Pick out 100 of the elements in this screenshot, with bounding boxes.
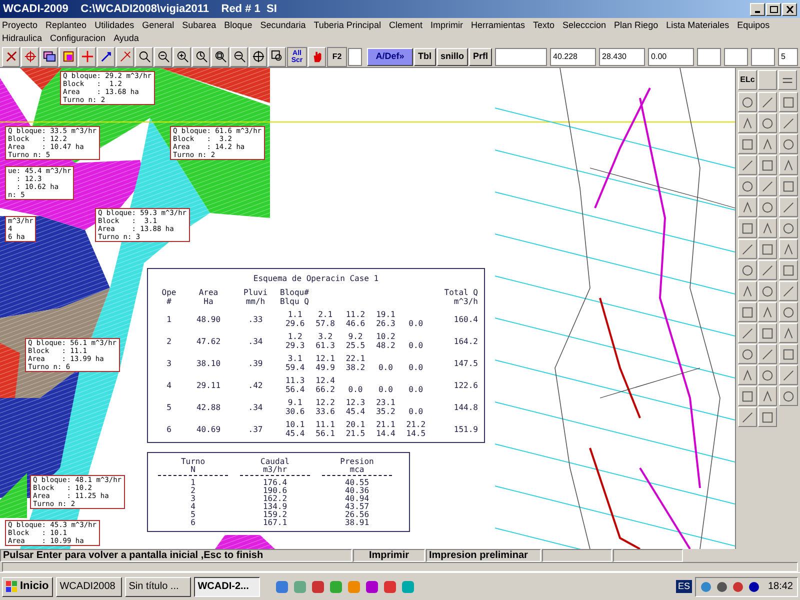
menu-item[interactable]: Imprimir: [430, 19, 463, 32]
quick-launch-icon[interactable]: [364, 580, 379, 594]
drawing-tool-button[interactable]: [738, 239, 757, 259]
drawing-tool-button[interactable]: [758, 197, 778, 217]
drawing-tool-button[interactable]: [738, 176, 757, 196]
drawing-tool-button[interactable]: [778, 113, 798, 133]
input-field[interactable]: [751, 48, 776, 66]
drawing-tool-button[interactable]: [758, 386, 778, 406]
drawing-tool-button[interactable]: [758, 260, 778, 280]
drawing-tool-button[interactable]: [758, 92, 778, 112]
function-key-button[interactable]: F2: [327, 46, 347, 66]
tool-button[interactable]: [173, 46, 191, 66]
input-field[interactable]: [724, 48, 748, 66]
drawing-tool-button[interactable]: [738, 92, 757, 112]
taskbar-button[interactable]: WCADI-2...: [194, 576, 260, 596]
palette-button[interactable]: ELc: [738, 70, 757, 90]
menu-item[interactable]: General: [142, 19, 174, 32]
quick-launch-icon[interactable]: [274, 580, 289, 594]
menu-item[interactable]: Utilidades: [94, 19, 134, 32]
drawing-tool-button[interactable]: [778, 176, 798, 196]
tool-button[interactable]: [59, 46, 77, 66]
drawing-tool-button[interactable]: [758, 134, 778, 154]
quick-launch-icon[interactable]: [382, 580, 397, 594]
drawing-tool-button[interactable]: [738, 344, 757, 364]
menu-item[interactable]: Equipos: [737, 19, 770, 32]
drawing-tool-button[interactable]: [778, 260, 798, 280]
drawing-tool-button[interactable]: [738, 155, 757, 175]
drawing-tool-button[interactable]: [738, 134, 757, 154]
drawing-tool-button[interactable]: [778, 239, 798, 259]
menu-item[interactable]: Tuberia Principal: [314, 19, 381, 32]
drawing-tool-button[interactable]: [778, 197, 798, 217]
tray-icon[interactable]: [748, 580, 760, 592]
taskbar-button[interactable]: WCADI2008: [56, 576, 122, 596]
tool-button[interactable]: [211, 46, 229, 66]
drawing-tool-button[interactable]: [738, 281, 757, 301]
input-field[interactable]: [697, 48, 722, 66]
drawing-tool-button[interactable]: [778, 323, 798, 343]
drawing-tool-button[interactable]: [758, 239, 778, 259]
drawing-tool-button[interactable]: [758, 155, 778, 175]
drawing-tool-button[interactable]: [758, 344, 778, 364]
quick-launch-icon[interactable]: [310, 580, 325, 594]
drawing-tool-button[interactable]: [738, 197, 757, 217]
drawing-tool-button[interactable]: [738, 323, 757, 343]
drawing-tool-button[interactable]: [758, 302, 778, 322]
menu-item[interactable]: Selecccion: [562, 19, 606, 32]
color-swatch[interactable]: [348, 48, 362, 66]
input-field[interactable]: [495, 48, 548, 66]
tool-button[interactable]: [230, 46, 248, 66]
menu-item[interactable]: Subarea: [182, 19, 216, 32]
coordinate-field[interactable]: 5: [778, 48, 798, 66]
tool-button[interactable]: [97, 46, 115, 66]
coordinate-field[interactable]: 0.00: [648, 48, 694, 66]
drawing-tool-button[interactable]: [738, 260, 757, 280]
tool-button[interactable]: [249, 46, 267, 66]
palette-button[interactable]: [778, 70, 797, 90]
menu-item[interactable]: Secundaria: [260, 19, 306, 32]
menu-item[interactable]: Herramientas: [470, 19, 525, 32]
maximize-button[interactable]: [766, 2, 781, 16]
hand-button[interactable]: [308, 46, 326, 66]
menu-item[interactable]: Configuracion: [50, 32, 106, 45]
taskbar-button[interactable]: Sin título ...: [124, 576, 191, 596]
drawing-tool-button[interactable]: [778, 344, 798, 364]
drawing-tool-button[interactable]: [778, 386, 798, 406]
drawing-tool-button[interactable]: [738, 302, 757, 322]
coordinate-field[interactable]: 28.430: [599, 48, 646, 66]
toolbar-button[interactable]: Tbl: [414, 48, 436, 66]
drawing-tool-button[interactable]: [758, 365, 778, 385]
start-button[interactable]: Inicio: [2, 576, 53, 596]
menu-item[interactable]: Plan Riego: [614, 19, 658, 32]
drawing-tool-button[interactable]: [758, 323, 778, 343]
drawing-tool-button[interactable]: [758, 113, 778, 133]
drawing-tool-button[interactable]: [738, 113, 757, 133]
menu-item[interactable]: Clement: [388, 19, 422, 32]
drawing-tool-button[interactable]: [738, 218, 757, 238]
menu-item[interactable]: Ayuda: [114, 32, 139, 45]
tool-button[interactable]: [40, 46, 58, 66]
drawing-tool-button[interactable]: [758, 281, 778, 301]
close-button[interactable]: [782, 2, 797, 16]
drawing-tool-button[interactable]: [778, 218, 798, 238]
menu-item[interactable]: Replanteo: [46, 19, 87, 32]
drawing-tool-button[interactable]: [738, 365, 757, 385]
toolbar-button[interactable]: A/Def»: [367, 48, 413, 66]
tool-button[interactable]: [2, 46, 20, 66]
menu-item[interactable]: Texto: [533, 19, 555, 32]
drawing-tool-button[interactable]: [778, 92, 798, 112]
drawing-tool-button[interactable]: [778, 155, 798, 175]
drawing-tool-button[interactable]: [778, 134, 798, 154]
drawing-tool-button[interactable]: [778, 302, 798, 322]
drawing-tool-button[interactable]: [738, 386, 757, 406]
drawing-tool-button[interactable]: [738, 407, 757, 427]
drawing-tool-button[interactable]: [778, 365, 798, 385]
tool-button[interactable]: [192, 46, 210, 66]
language-indicator[interactable]: ES: [676, 580, 692, 594]
coordinate-field[interactable]: 40.228: [550, 48, 596, 66]
menu-item[interactable]: Lista Materiales: [666, 19, 730, 32]
menu-item[interactable]: Hidraulica: [2, 32, 42, 45]
menu-item[interactable]: Proyecto: [2, 19, 38, 32]
drawing-tool-button[interactable]: [758, 407, 778, 427]
tool-button[interactable]: [154, 46, 172, 66]
tray-icon[interactable]: [716, 580, 728, 592]
